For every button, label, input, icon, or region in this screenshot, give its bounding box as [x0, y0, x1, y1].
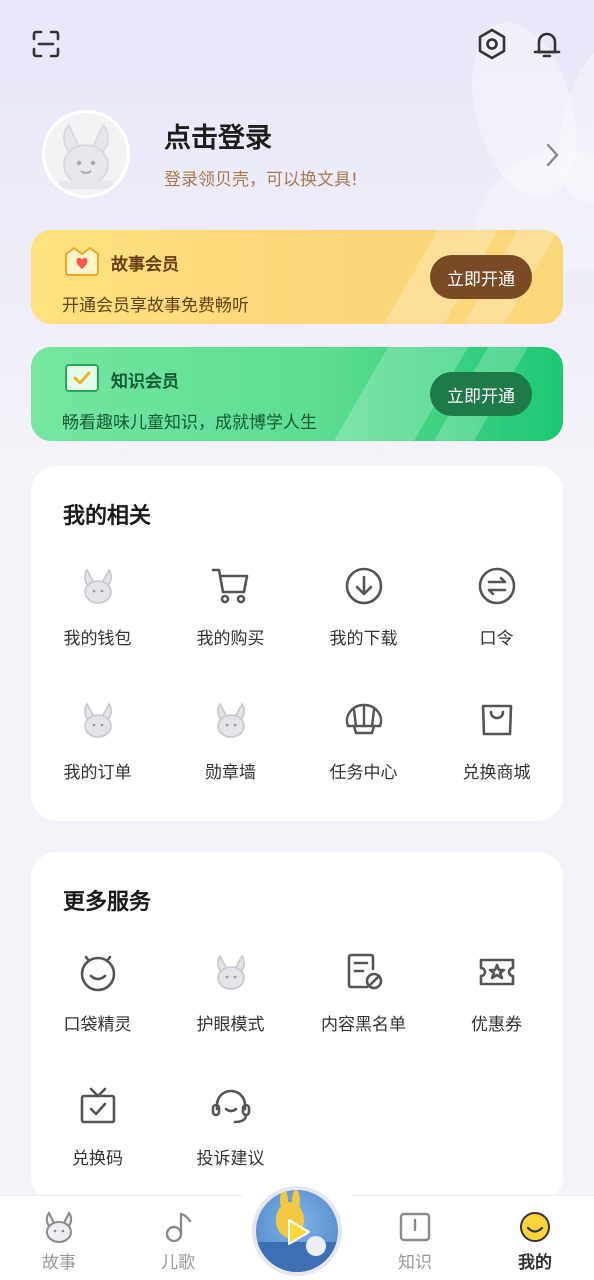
- knowledge-vip-open-button[interactable]: 立即开通: [430, 372, 532, 416]
- avatar[interactable]: [42, 110, 130, 198]
- knowledge-vip-desc: 畅看趣味儿童知识，成就博学人生: [62, 413, 317, 433]
- play-cover-icon: [256, 1190, 338, 1272]
- tab-stories[interactable]: 故事: [14, 1210, 104, 1276]
- content-blacklist-item[interactable]: 内容黑名单: [297, 950, 430, 1060]
- chevron-right-icon: [546, 143, 559, 167]
- story-vip-desc: 开通会员享故事免费畅听: [62, 296, 249, 316]
- section-title: 更多服务: [63, 890, 152, 915]
- redeem-code-item[interactable]: 兑换码: [31, 1084, 164, 1194]
- bunny-icon: [45, 1211, 73, 1243]
- tab-label: 儿歌: [161, 1253, 195, 1273]
- wallet-item[interactable]: 我的钱包: [31, 564, 164, 674]
- redeem-mall-item[interactable]: 兑换商城: [430, 698, 563, 808]
- scan-button[interactable]: [26, 24, 66, 64]
- story-vip-title: 故事会员: [111, 255, 179, 275]
- bag-icon: [481, 704, 512, 736]
- item-label: 兑换码: [72, 1149, 123, 1169]
- story-vip-open-button[interactable]: 立即开通: [430, 255, 532, 299]
- smile-icon: [520, 1212, 550, 1242]
- item-label: 护眼模式: [196, 1015, 265, 1035]
- bunny-icon: [216, 702, 245, 738]
- item-label: 口令: [479, 629, 514, 649]
- bunny-icon: [83, 702, 112, 738]
- item-label: 我的购买: [196, 629, 265, 649]
- knowledge-vip-card[interactable]: 知识会员 畅看趣味儿童知识，成就博学人生 立即开通: [31, 347, 563, 441]
- task-center-item[interactable]: 任务中心: [297, 698, 430, 808]
- item-label: 优惠券: [471, 1015, 522, 1035]
- bunny-icon: [83, 568, 112, 604]
- login-subtitle: 登录领贝壳，可以换文具!: [164, 170, 358, 190]
- medal-wall-item[interactable]: 勋章墙: [164, 698, 297, 808]
- login-profile-row[interactable]: 点击登录 登录领贝壳，可以换文具!: [42, 110, 562, 200]
- item-label: 我的钱包: [63, 629, 132, 649]
- passcode-item[interactable]: 口令: [430, 564, 563, 674]
- center-play-button[interactable]: [252, 1186, 342, 1276]
- orders-item[interactable]: 我的订单: [31, 698, 164, 808]
- tab-mine[interactable]: 我的: [490, 1210, 580, 1276]
- item-label: 勋章墙: [205, 763, 256, 783]
- item-label: 兑换商城: [462, 763, 531, 783]
- blacklist-icon: [347, 953, 382, 990]
- shell-icon: [345, 703, 382, 735]
- tab-label: 知识: [398, 1253, 432, 1273]
- scan-icon: [32, 30, 60, 58]
- gift-code-icon: [80, 1087, 115, 1124]
- music-note-icon: [165, 1212, 192, 1243]
- coupon-item[interactable]: 优惠券: [430, 950, 563, 1060]
- item-label: 我的下载: [329, 629, 398, 649]
- item-label: 内容黑名单: [321, 1015, 406, 1035]
- sprite-icon: [80, 955, 115, 992]
- more-services-section: 更多服务 口袋精灵 护眼模式 内容黑名单 优惠券 兑换码 投诉建议: [31, 852, 563, 1202]
- login-title[interactable]: 点击登录: [164, 116, 272, 155]
- feedback-item[interactable]: 投诉建议: [164, 1084, 297, 1194]
- item-label: 我的订单: [63, 763, 132, 783]
- eye-care-item[interactable]: 护眼模式: [164, 950, 297, 1060]
- item-label: 投诉建议: [196, 1149, 265, 1169]
- book-icon: [399, 1212, 431, 1242]
- story-vip-card[interactable]: 故事会员 开通会员享故事免费畅听 立即开通: [31, 230, 563, 324]
- item-label: 任务中心: [329, 763, 398, 783]
- headset-icon: [211, 1089, 250, 1124]
- settings-hex-icon: [478, 28, 506, 60]
- book-check-icon: [65, 364, 99, 392]
- bunny-icon: [216, 954, 245, 990]
- knowledge-vip-title: 知识会员: [111, 372, 179, 392]
- cart-icon: [211, 568, 248, 604]
- section-title: 我的相关: [63, 504, 152, 529]
- settings-button[interactable]: [472, 24, 512, 64]
- item-label: 口袋精灵: [63, 1015, 132, 1035]
- exchange-icon: [478, 567, 515, 605]
- notification-button[interactable]: [527, 24, 567, 64]
- bell-icon: [533, 32, 561, 58]
- coupon-icon: [479, 958, 514, 986]
- my-related-section: 我的相关 我的钱包 我的购买 我的下载 口令 我的订单 勋章墙 任务中心 兑换商…: [31, 466, 563, 821]
- downloads-item[interactable]: 我的下载: [297, 564, 430, 674]
- download-icon: [345, 567, 382, 605]
- tab-label: 故事: [42, 1253, 76, 1273]
- bunny-avatar-icon: [59, 123, 113, 189]
- purchases-item[interactable]: 我的购买: [164, 564, 297, 674]
- crown-heart-icon: [65, 246, 99, 276]
- pocket-sprite-item[interactable]: 口袋精灵: [31, 950, 164, 1060]
- tab-label: 我的: [518, 1253, 552, 1273]
